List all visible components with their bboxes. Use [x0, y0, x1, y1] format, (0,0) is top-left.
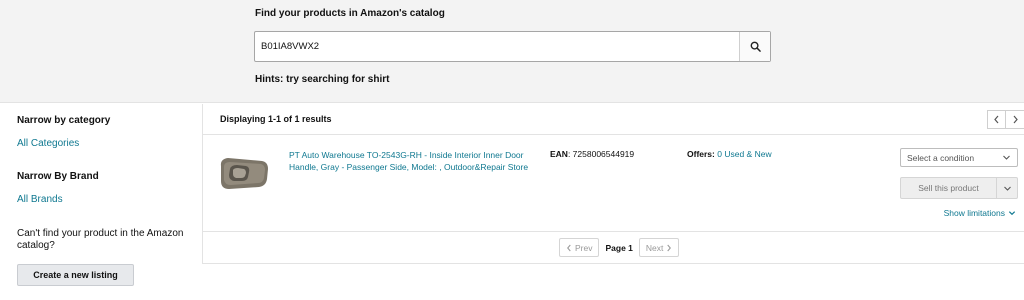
chevron-right-icon [667, 244, 672, 251]
next-page-button[interactable]: Next [638, 238, 680, 257]
pagination: Prev Page 1 Next [559, 238, 680, 257]
chevron-down-icon [1008, 211, 1016, 216]
current-page: Page 1 [605, 242, 633, 253]
limitations-label: Show limitations [943, 208, 1005, 218]
sell-options-button[interactable] [997, 177, 1018, 199]
ean-label: EAN [550, 149, 568, 159]
offers-label: Offers: [687, 149, 715, 159]
sell-group: Sell this product [900, 177, 1018, 199]
search-title: Find your products in Amazon's catalog [255, 8, 445, 19]
sidebar: Narrow by category All Categories Narrow… [0, 104, 202, 300]
chevron-right-icon [1013, 115, 1018, 124]
show-limitations-link[interactable]: Show limitations [944, 208, 1016, 218]
sell-product-button[interactable]: Sell this product [900, 177, 997, 199]
prev-label: Prev [575, 242, 593, 253]
prev-page-button[interactable]: Prev [559, 238, 600, 257]
product-row: PT Auto Warehouse TO-2543G-RH - Inside I… [203, 136, 1024, 232]
create-listing-button[interactable]: Create a new listing [17, 264, 134, 286]
brand-heading: Narrow By Brand [17, 171, 99, 182]
search-hint: Hints: try searching for shirt [255, 74, 390, 85]
search-input[interactable] [255, 32, 739, 61]
chevron-down-icon [1003, 155, 1010, 160]
next-arrow-button[interactable] [1006, 110, 1024, 129]
product-image [220, 158, 268, 189]
search-icon [750, 41, 761, 52]
next-label: Next [645, 242, 664, 253]
chevron-left-icon [994, 115, 999, 124]
prev-arrow-button[interactable] [987, 110, 1006, 129]
search-box [254, 31, 771, 62]
pager-arrows [987, 110, 1024, 129]
all-brands-link[interactable]: All Brands [17, 194, 63, 205]
condition-select[interactable]: Select a condition [900, 148, 1018, 167]
product-offers: Offers: 0 Used & New [687, 149, 772, 159]
results-header: Displaying 1-1 of 1 results [203, 104, 1024, 135]
ean-value: : 7258006544919 [567, 149, 635, 159]
product-title-link[interactable]: PT Auto Warehouse TO-2543G-RH - Inside I… [289, 149, 541, 173]
category-heading: Narrow by category [17, 115, 111, 126]
all-categories-link[interactable]: All Categories [17, 138, 79, 149]
offers-link[interactable]: 0 Used & New [717, 149, 771, 159]
cant-find-text: Can't find your product in the Amazon ca… [17, 228, 184, 251]
chevron-left-icon [567, 244, 571, 251]
search-button[interactable] [739, 32, 770, 61]
chevron-down-icon [1003, 186, 1011, 191]
condition-placeholder: Select a condition [907, 152, 975, 163]
results-panel: Displaying 1-1 of 1 results PT Auto Ware… [202, 104, 1024, 264]
product-ean: EAN: 7258006544919 [550, 149, 634, 159]
results-count: Displaying 1-1 of 1 results [220, 114, 332, 124]
search-band: Find your products in Amazon's catalog H… [0, 0, 1024, 103]
